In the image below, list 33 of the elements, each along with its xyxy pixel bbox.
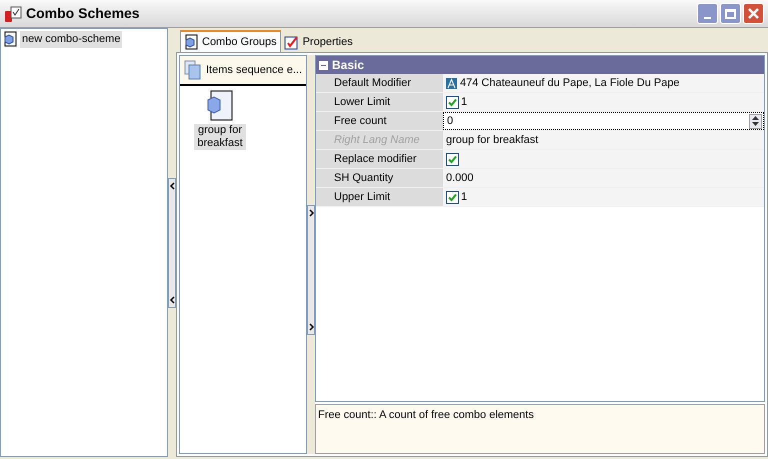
group-label[interactable]: group for breakfast: [194, 124, 246, 150]
property-name: Replace modifier: [316, 150, 443, 168]
tree-item[interactable]: new combo-scheme: [20, 31, 122, 48]
cube-icon: [3, 31, 17, 48]
property-name: Default Modifier: [316, 74, 443, 92]
checkbox[interactable]: [446, 190, 459, 204]
splitter-handle[interactable]: [307, 205, 315, 335]
maximize-button[interactable]: [720, 3, 741, 24]
property-name: SH Quantity: [316, 169, 443, 187]
splitter-handle[interactable]: [168, 178, 176, 308]
window-title: Combo Schemes: [26, 4, 140, 23]
category-header[interactable]: Basic: [316, 56, 764, 74]
spin-buttons[interactable]: [749, 114, 762, 128]
app-icon: [4, 4, 22, 22]
property-description: Free count:: A count of free combo elements: [315, 404, 765, 454]
checkbox[interactable]: [446, 96, 459, 108]
property-name: Right Lang Name: [316, 131, 443, 149]
collapse-icon[interactable]: [319, 60, 328, 70]
property-name: Free count: [316, 112, 443, 130]
checkbox[interactable]: [446, 152, 459, 166]
sequence-title: Items sequence e...: [206, 62, 302, 78]
close-icon: [748, 8, 759, 19]
checklist-icon: [284, 35, 299, 50]
minimize-button[interactable]: [697, 3, 718, 24]
close-button[interactable]: [743, 3, 764, 24]
property-name: Upper Limit: [316, 188, 443, 206]
cube-icon: [184, 34, 198, 50]
pages-icon: [184, 60, 202, 80]
property-name: Lower Limit: [316, 93, 443, 111]
letter-a-icon: [446, 78, 457, 88]
tab[interactable]: Properties: [280, 33, 356, 52]
group-icon[interactable]: [207, 90, 233, 122]
tab[interactable]: Combo Groups: [180, 30, 281, 52]
